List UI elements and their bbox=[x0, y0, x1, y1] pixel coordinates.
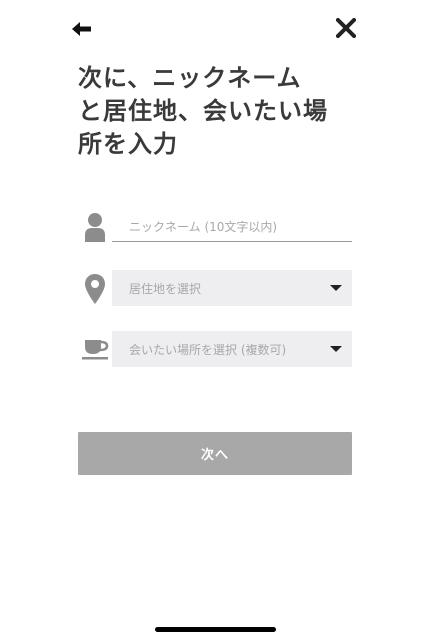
location-pin-icon bbox=[80, 272, 110, 306]
back-button[interactable] bbox=[72, 18, 98, 40]
page-title-line-1: 次に、ニックネーム bbox=[78, 64, 302, 92]
residence-select[interactable]: 居住地を選択 bbox=[112, 270, 352, 306]
nickname-input[interactable] bbox=[112, 212, 352, 242]
close-icon bbox=[336, 18, 356, 38]
person-icon bbox=[80, 211, 110, 243]
dropdown-arrow-icon bbox=[330, 346, 342, 352]
home-indicator bbox=[155, 627, 276, 632]
page-title-line-3: 所を入力 bbox=[78, 130, 178, 158]
next-button-label: 次へ bbox=[200, 448, 229, 463]
places-select[interactable]: 会いたい場所を選択 (複数可) bbox=[112, 331, 352, 367]
next-button[interactable]: 次へ bbox=[78, 432, 352, 475]
close-button[interactable] bbox=[332, 14, 360, 42]
page-title-line-2: と居住地、会いたい場 bbox=[78, 97, 328, 125]
coffee-cup-icon bbox=[80, 337, 112, 361]
page-title: 次に、ニックネーム と居住地、会いたい場 所を入力 bbox=[78, 62, 378, 161]
residence-select-placeholder: 居住地を選択 bbox=[129, 281, 202, 296]
arrow-left-icon bbox=[72, 22, 91, 36]
places-select-placeholder: 会いたい場所を選択 (複数可) bbox=[129, 342, 287, 357]
dropdown-arrow-icon bbox=[330, 285, 342, 291]
